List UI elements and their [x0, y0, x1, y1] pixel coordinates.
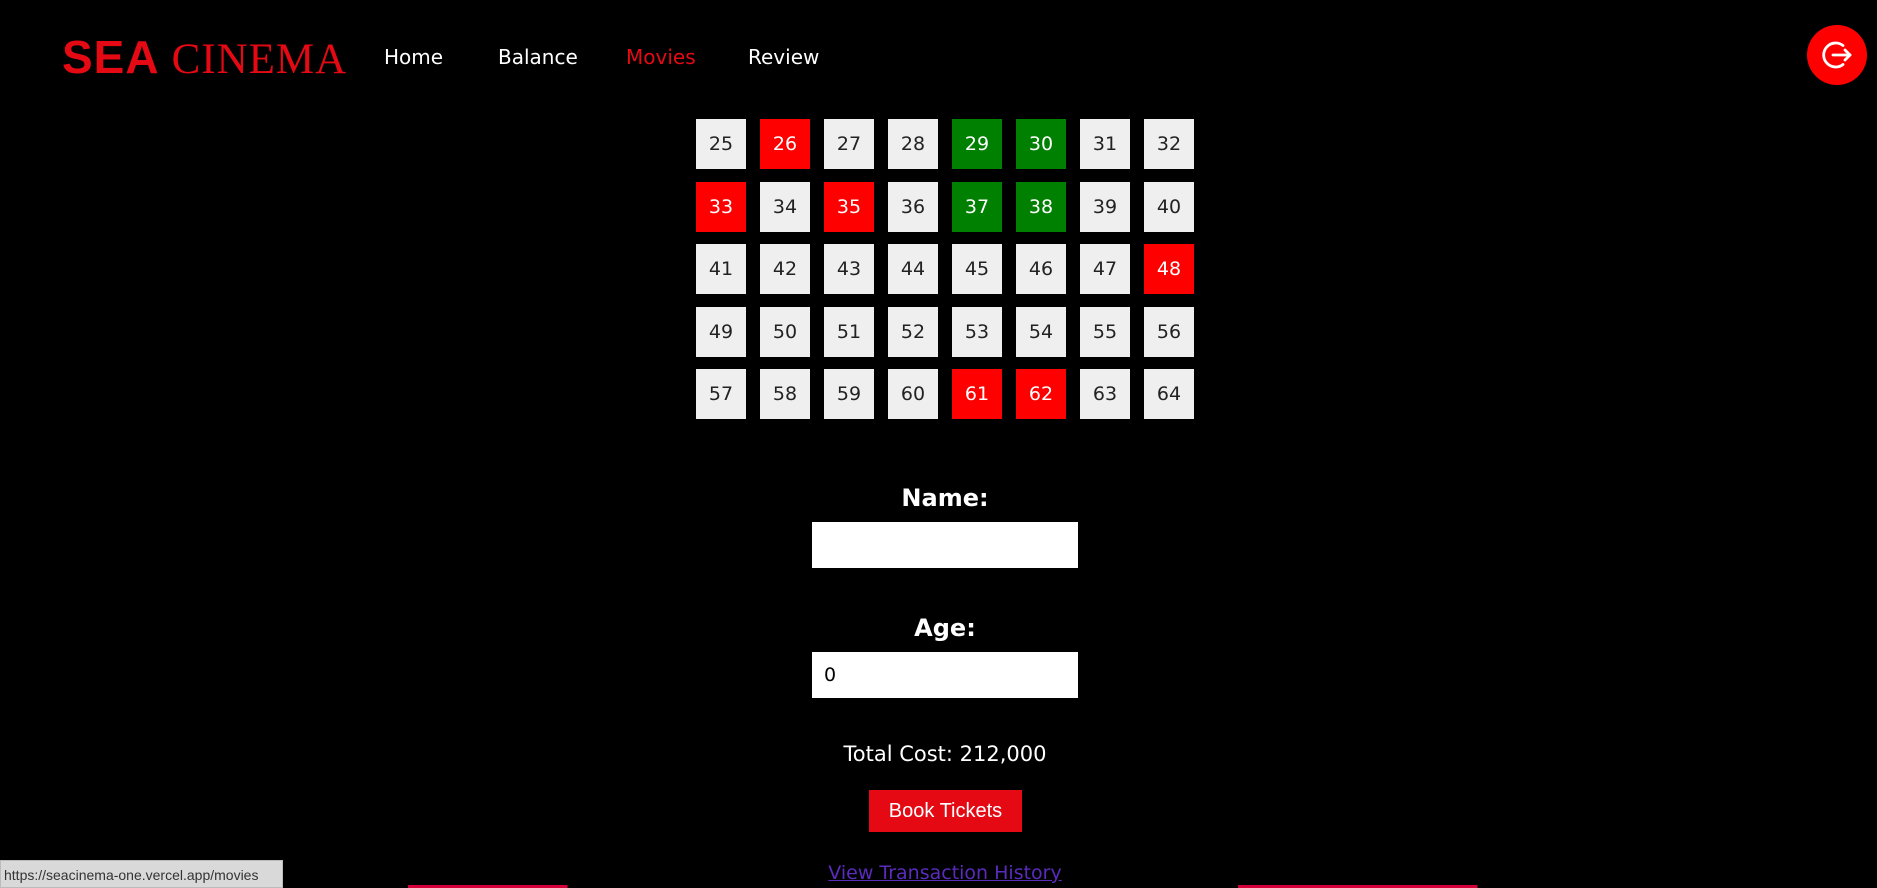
logo[interactable]: SEA CINEMA [62, 30, 347, 84]
seat-61[interactable]: 61 [952, 369, 1002, 419]
seat-27[interactable]: 27 [824, 119, 874, 169]
logout-icon [1822, 41, 1852, 69]
seat-30[interactable]: 30 [1016, 119, 1066, 169]
seat-58[interactable]: 58 [760, 369, 810, 419]
seat-62[interactable]: 62 [1016, 369, 1066, 419]
seat-35[interactable]: 35 [824, 181, 874, 232]
seat-49[interactable]: 49 [696, 306, 746, 357]
seat-64[interactable]: 64 [1144, 369, 1194, 419]
age-label: Age: [914, 614, 976, 642]
age-input[interactable] [812, 652, 1078, 698]
seat-28[interactable]: 28 [888, 119, 938, 169]
seat-56[interactable]: 56 [1144, 306, 1194, 357]
seat-25[interactable]: 25 [696, 119, 746, 169]
seat-47[interactable]: 47 [1080, 244, 1130, 294]
seat-50[interactable]: 50 [760, 306, 810, 357]
seat-39[interactable]: 39 [1080, 181, 1130, 232]
seat-63[interactable]: 63 [1080, 369, 1130, 419]
nav-balance[interactable]: Balance [498, 45, 578, 69]
seat-57[interactable]: 57 [696, 369, 746, 419]
seat-29[interactable]: 29 [952, 119, 1002, 169]
nav-home[interactable]: Home [384, 45, 443, 69]
logo-sea: SEA [62, 31, 160, 83]
logo-cinema: CINEMA [171, 36, 348, 83]
seat-46[interactable]: 46 [1016, 244, 1066, 294]
seat-52[interactable]: 52 [888, 306, 938, 357]
total-cost: Total Cost: 212,000 [843, 742, 1047, 766]
seat-55[interactable]: 55 [1080, 306, 1130, 357]
book-tickets-button[interactable]: Book Tickets [869, 790, 1022, 832]
seat-38[interactable]: 38 [1016, 181, 1066, 232]
seat-31[interactable]: 31 [1080, 119, 1130, 169]
seat-54[interactable]: 54 [1016, 306, 1066, 357]
nav-review[interactable]: Review [748, 45, 819, 69]
seat-33[interactable]: 33 [696, 181, 746, 232]
seat-41[interactable]: 41 [696, 244, 746, 294]
seat-26[interactable]: 26 [760, 119, 810, 169]
seat-43[interactable]: 43 [824, 244, 874, 294]
seat-42[interactable]: 42 [760, 244, 810, 294]
seat-45[interactable]: 45 [952, 244, 1002, 294]
seat-grid: 25 26 27 28 29 30 31 32 33 34 35 36 37 38 39 40 41 42 43 44… [696, 119, 1194, 419]
status-bar-url: https://seacinema-one.vercel.app/movies [0, 860, 283, 888]
seat-48[interactable]: 48 [1144, 244, 1194, 294]
logout-button[interactable] [1807, 25, 1867, 85]
seat-34[interactable]: 34 [760, 181, 810, 232]
seat-32[interactable]: 32 [1144, 119, 1194, 169]
seat-36[interactable]: 36 [888, 181, 938, 232]
seat-40[interactable]: 40 [1144, 181, 1194, 232]
seat-44[interactable]: 44 [888, 244, 938, 294]
seat-59[interactable]: 59 [824, 369, 874, 419]
name-input[interactable] [812, 522, 1078, 568]
seat-51[interactable]: 51 [824, 306, 874, 357]
seat-37[interactable]: 37 [952, 181, 1002, 232]
name-label: Name: [901, 484, 989, 512]
seat-60[interactable]: 60 [888, 369, 938, 419]
seat-53[interactable]: 53 [952, 306, 1002, 357]
nav-movies[interactable]: Movies [626, 45, 696, 69]
